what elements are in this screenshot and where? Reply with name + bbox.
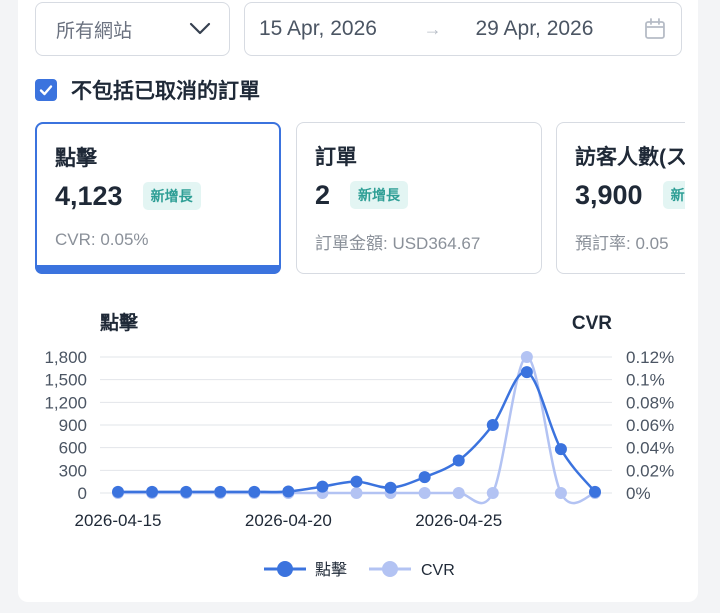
data-point-clicks[interactable]	[146, 485, 159, 498]
y-right-tick-label: 0.08%	[626, 393, 674, 412]
y-right-tick-label: 0.1%	[626, 371, 665, 390]
data-point-clicks[interactable]	[554, 443, 567, 456]
data-point-cvr[interactable]	[452, 487, 465, 499]
site-select-label: 所有網站	[56, 20, 133, 42]
x-tick-label: 2026-04-25	[415, 511, 502, 530]
check-icon	[39, 85, 53, 96]
metric-card-title: 訂單	[315, 146, 357, 169]
growth-badge: 新	[662, 181, 685, 209]
metric-card-value: 2	[315, 179, 331, 210]
site-select[interactable]: 所有網站	[35, 2, 230, 56]
date-start[interactable]: 15 Apr, 2026	[259, 17, 424, 41]
y-right-tick-label: 0.12%	[626, 348, 674, 367]
y-left-tick-label: 1,500	[44, 371, 87, 390]
y-right-tick-label: 0.04%	[626, 439, 674, 458]
exclude-cancelled-label[interactable]: 不包括已取消的訂單	[71, 75, 260, 105]
chevron-down-icon	[189, 22, 211, 35]
data-point-cvr[interactable]	[350, 487, 363, 499]
date-end[interactable]: 29 Apr, 2026	[475, 17, 643, 41]
data-point-clicks[interactable]	[384, 481, 397, 494]
data-point-clicks[interactable]	[418, 471, 431, 484]
data-point-clicks[interactable]	[520, 366, 533, 379]
metric-card-clicks[interactable]: 點擊 4,123 新增長 CVR: 0.05%	[35, 122, 281, 274]
date-range-picker[interactable]: 15 Apr, 2026 → 29 Apr, 2026	[244, 2, 682, 56]
active-indicator	[35, 265, 281, 274]
metric-card-title: 訪客人數(ス	[575, 146, 685, 169]
data-point-clicks[interactable]	[486, 419, 499, 431]
y-right-tick-label: 0.02%	[626, 461, 674, 480]
clicks-cvr-chart: 點擊 CVR 0 300 600 900 1,200 1,500 1,800 0% 0.02%…	[44, 311, 674, 579]
x-tick-label: 2026-04-20	[245, 511, 332, 530]
data-point-clicks[interactable]	[112, 485, 124, 498]
metric-card-value: 4,123	[55, 180, 123, 211]
legend-label-cvr: CVR	[421, 562, 455, 579]
data-point-cvr[interactable]	[418, 487, 431, 499]
legend-item-clicks[interactable]: 點擊	[264, 561, 347, 579]
data-point-clicks[interactable]	[316, 480, 329, 493]
x-tick-label: 2026-04-15	[75, 511, 162, 530]
growth-badge: 新增長	[350, 181, 409, 209]
right-axis-title: CVR	[572, 313, 612, 334]
metric-card-orders[interactable]: 訂單 2 新增長 訂單金額: USD364.67	[296, 122, 542, 274]
y-left-tick-label: 1,800	[44, 348, 87, 367]
legend-item-cvr[interactable]: CVR	[369, 561, 455, 579]
metric-card-subtext: 預訂率: 0.05	[575, 234, 669, 253]
data-point-clicks[interactable]	[180, 485, 193, 498]
metric-card-subtext: CVR: 0.05%	[55, 230, 149, 249]
y-right-tick-label: 0.06%	[626, 416, 674, 435]
legend-label-clicks: 點擊	[315, 561, 347, 579]
metric-card-title: 點擊	[55, 147, 97, 170]
calendar-icon[interactable]	[643, 17, 667, 41]
data-point-cvr[interactable]	[554, 487, 567, 499]
y-left-tick-label: 0	[78, 484, 87, 503]
next-panel-edge	[28, 604, 688, 613]
data-point-cvr[interactable]	[486, 487, 499, 499]
metric-card-value: 3,900	[575, 179, 643, 210]
metric-card-subtext: 訂單金額: USD364.67	[315, 234, 481, 253]
data-point-clicks[interactable]	[350, 475, 363, 488]
data-point-clicks[interactable]	[282, 485, 295, 498]
y-left-tick-label: 900	[59, 416, 87, 435]
data-point-clicks[interactable]	[214, 485, 227, 498]
data-point-clicks[interactable]	[452, 454, 465, 467]
chart-legend: 點擊 CVR	[264, 561, 455, 579]
y-left-tick-label: 600	[59, 439, 87, 458]
y-left-tick-label: 300	[59, 461, 87, 480]
data-point-clicks[interactable]	[589, 485, 601, 498]
exclude-cancelled-row[interactable]: 不包括已取消的訂單	[35, 76, 260, 104]
metric-card-visitors[interactable]: 訪客人數(ス 3,900 新 預訂率: 0.05	[556, 122, 685, 274]
y-right-tick-label: 0%	[626, 484, 651, 503]
metric-cards: 點擊 4,123 新增長 CVR: 0.05% 訂單 2 新增長 訂單金額: U…	[35, 122, 685, 274]
date-arrow: →	[423, 18, 442, 39]
data-point-clicks[interactable]	[248, 485, 261, 498]
y-left-tick-label: 1,200	[44, 393, 87, 412]
series-line-clicks	[118, 370, 596, 494]
growth-badge: 新增長	[142, 182, 201, 210]
data-point-cvr[interactable]	[520, 351, 533, 363]
left-axis-title: 點擊	[99, 311, 139, 334]
exclude-cancelled-checkbox[interactable]	[35, 79, 57, 101]
